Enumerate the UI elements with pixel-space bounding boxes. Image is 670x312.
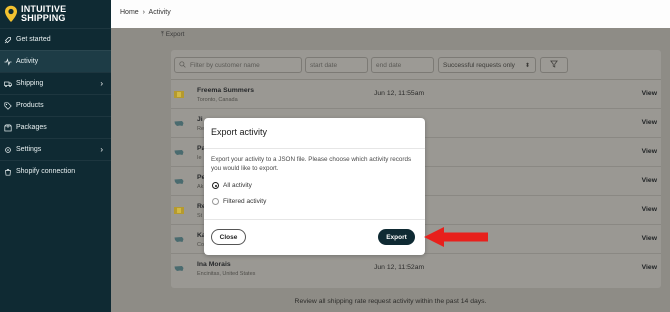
customer-name: Freema Summers — [197, 87, 255, 94]
view-link[interactable]: View — [642, 264, 657, 271]
customer-location: Ie — [197, 155, 202, 161]
sidebar-item-label: Products — [16, 102, 44, 109]
brand-line-2: SHIPPING — [21, 13, 66, 23]
start-date-placeholder: start date — [310, 61, 338, 69]
sidebar-item-label: Settings — [16, 146, 42, 153]
filter-icon — [550, 60, 558, 70]
shopify-icon — [4, 168, 12, 176]
end-date-placeholder: end date — [376, 61, 402, 69]
rocket-icon — [4, 36, 12, 44]
breadcrumb-current: Activity — [148, 9, 171, 16]
sidebar-item-label: Packages — [16, 124, 47, 131]
export-link-label: Export — [165, 31, 185, 38]
view-link[interactable]: View — [642, 235, 657, 242]
location-pin-icon — [5, 5, 17, 23]
sidebar-item-get-started[interactable]: Get started — [0, 28, 111, 50]
sidebar-item-label: Shipping — [16, 80, 44, 87]
export-link[interactable]: ⤒ Export — [161, 31, 184, 39]
truck-icon — [4, 80, 12, 88]
customer-location: Encinitas, United States — [197, 271, 256, 277]
canada-flag-icon — [174, 91, 184, 98]
view-link[interactable]: View — [642, 177, 657, 184]
customer-location: Co — [197, 242, 205, 248]
modal-title: Export activity — [211, 127, 268, 137]
sidebar-item-label: Shopify connection — [16, 168, 76, 175]
export-activity-modal: Export activity Export your activity to … — [204, 118, 425, 255]
table-row[interactable]: Freema Summers Toronto, Canada Jun 12, 1… — [171, 80, 661, 109]
end-date-input[interactable]: end date — [371, 57, 434, 73]
view-link[interactable]: View — [642, 206, 657, 213]
breadcrumb-home-link[interactable]: Home — [120, 9, 139, 16]
gear-icon — [4, 146, 12, 154]
radio-all-activity[interactable]: All activity — [212, 182, 252, 189]
footer-note: Review all shipping rate request activit… — [294, 298, 487, 305]
filter-button[interactable] — [540, 57, 568, 73]
sidebar-item-shopify-connection[interactable]: Shopify connection — [0, 160, 111, 182]
annotation-arrow-icon — [424, 227, 488, 247]
modal-description: Export your activity to a JSON file. Ple… — [211, 156, 412, 172]
radio-label: All activity — [223, 182, 252, 189]
customer-location: Ak — [197, 184, 204, 190]
view-link[interactable]: View — [642, 119, 657, 126]
view-link[interactable]: View — [642, 90, 657, 97]
sidebar-item-shipping[interactable]: Shipping › — [0, 72, 111, 94]
top-header: Home › Activity — [111, 0, 670, 28]
search-icon — [179, 60, 186, 70]
sidebar-item-packages[interactable]: Packages — [0, 116, 111, 138]
divider — [204, 219, 425, 220]
request-date: Jun 12, 11:55am — [374, 90, 425, 97]
upload-icon: ⤒ — [161, 31, 164, 38]
sidebar-item-products[interactable]: Products — [0, 94, 111, 116]
request-date: Jun 12, 11:52am — [374, 264, 425, 271]
chevron-right-icon: › — [100, 79, 103, 88]
breadcrumb-separator: › — [142, 9, 145, 16]
sidebar-item-label: Activity — [16, 58, 39, 65]
start-date-input[interactable]: start date — [305, 57, 368, 73]
tag-icon — [4, 101, 12, 110]
export-button[interactable]: Export — [378, 229, 415, 245]
radio-filtered-activity[interactable]: Filtered activity — [212, 198, 266, 205]
sidebar-item-label: Get started — [16, 36, 51, 43]
us-map-icon — [174, 179, 184, 184]
close-button[interactable]: Close — [211, 229, 246, 245]
chevron-right-icon: › — [100, 145, 103, 154]
search-placeholder: Filter by customer name — [190, 61, 260, 69]
customer-location: St — [197, 213, 203, 219]
canada-flag-icon — [174, 207, 184, 214]
customer-name: Ji — [197, 116, 203, 123]
customer-search-input[interactable]: Filter by customer name — [174, 57, 302, 73]
customer-location: Re — [197, 126, 205, 132]
us-map-icon — [174, 266, 184, 271]
radio-button[interactable] — [212, 198, 219, 205]
table-row[interactable]: Ina Morais Encinitas, United States Jun … — [171, 254, 661, 283]
sidebar-item-settings[interactable]: Settings › — [0, 138, 111, 160]
radio-label: Filtered activity — [223, 198, 267, 205]
customer-location: Toronto, Canada — [197, 97, 238, 103]
select-arrows-icon: ⬍ — [524, 62, 530, 69]
us-map-icon — [174, 237, 184, 242]
activity-icon — [4, 57, 12, 66]
view-link[interactable]: View — [642, 148, 657, 155]
us-map-icon — [174, 121, 184, 126]
us-map-icon — [174, 150, 184, 155]
sidebar: INTUITIVE SHIPPING Get started Activity … — [0, 0, 111, 312]
customer-name: Ina Morais — [197, 261, 231, 268]
brand-name: INTUITIVE SHIPPING — [21, 5, 66, 23]
filter-bar: Filter by customer name start date end d… — [171, 50, 661, 80]
status-select[interactable]: Successful requests only ⬍ — [438, 57, 536, 73]
divider — [204, 148, 425, 149]
package-icon — [4, 123, 12, 132]
status-select-value: Successful requests only — [443, 61, 515, 69]
sidebar-item-activity[interactable]: Activity — [0, 50, 111, 72]
radio-button-checked[interactable] — [212, 182, 219, 189]
sidebar-nav: Get started Activity Shipping › Products… — [0, 28, 111, 182]
brand-logo[interactable]: INTUITIVE SHIPPING — [0, 0, 111, 28]
breadcrumb: Home › Activity — [120, 9, 171, 16]
